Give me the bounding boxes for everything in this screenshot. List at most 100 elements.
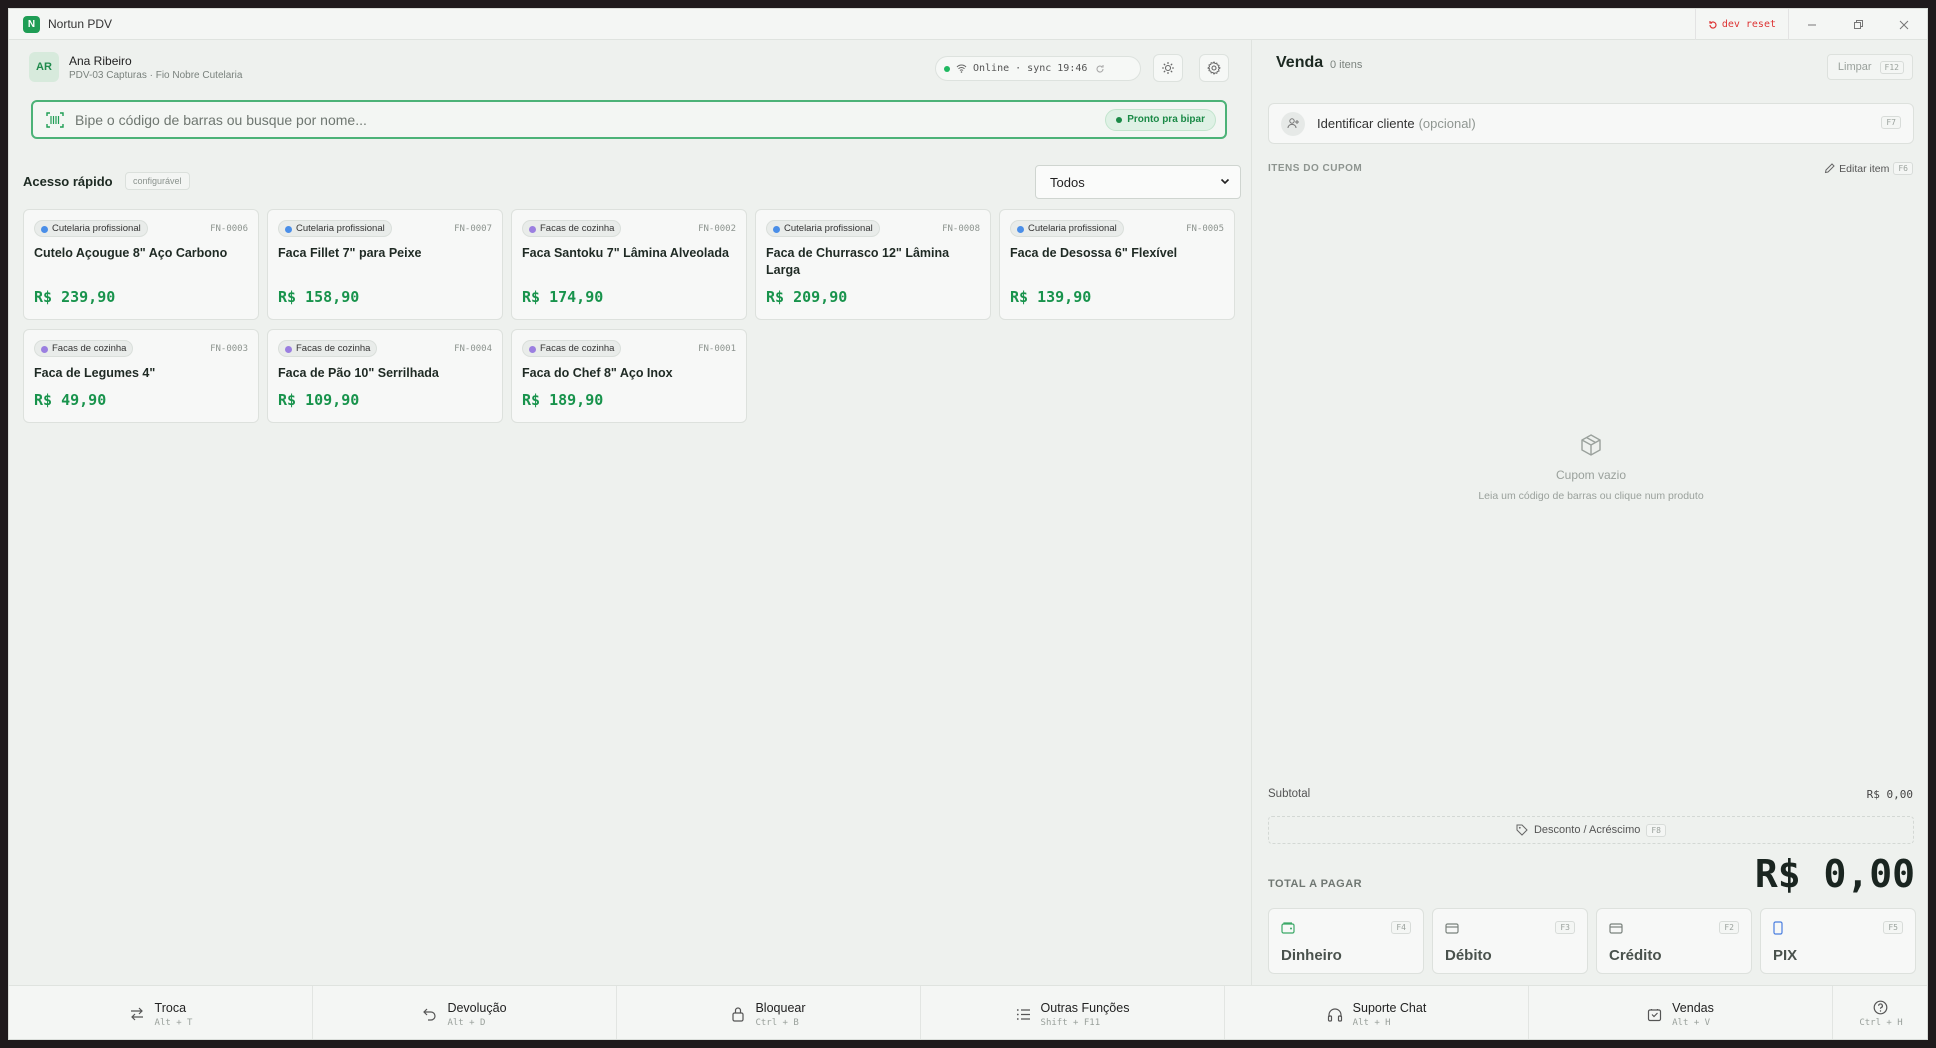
payment-label: Dinheiro bbox=[1281, 947, 1342, 964]
connection-status[interactable]: Online · sync 19:46 bbox=[935, 56, 1141, 81]
refresh-icon bbox=[1096, 64, 1104, 73]
payment-label: PIX bbox=[1773, 947, 1798, 964]
product-card[interactable]: Cutelaria profissional FN-0007 Faca Fillet… bbox=[267, 209, 503, 320]
restore-icon bbox=[1853, 20, 1863, 29]
app-window: N Nortun PDV dev reset AR Ana Ribeiro PD… bbox=[8, 8, 1928, 1040]
product-card[interactable]: Facas de cozinha FN-0003 Faca de Legumes 4… bbox=[23, 329, 259, 423]
status-dot bbox=[944, 65, 950, 72]
category-dot bbox=[529, 226, 536, 233]
bloquear-button[interactable]: Bloquear Ctrl + B bbox=[617, 986, 921, 1039]
category-badge: Cutelaria profissional bbox=[766, 220, 880, 237]
category-badge: Facas de cozinha bbox=[34, 340, 134, 357]
category-dot bbox=[1017, 226, 1024, 233]
category-dot bbox=[529, 346, 536, 353]
settings-button[interactable] bbox=[1199, 54, 1229, 82]
action-shortcut: Ctrl + H bbox=[1859, 1018, 1903, 1028]
sun-icon bbox=[1162, 62, 1174, 74]
category-label: Facas de cozinha bbox=[296, 343, 371, 354]
discount-button[interactable]: Desconto / Acréscimo F8 bbox=[1268, 816, 1914, 844]
payment-shortcut: F3 bbox=[1555, 921, 1575, 934]
total-value: R$ 0,00 bbox=[1754, 852, 1915, 896]
payment-shortcut: F5 bbox=[1883, 921, 1903, 934]
sale-pane: Venda 0 itens Limpar F12 Identificar cli… bbox=[1251, 40, 1927, 985]
product-code: FN-0001 bbox=[698, 344, 736, 354]
category-filter-select[interactable]: Todos bbox=[1035, 165, 1241, 199]
dev-reset-label: dev reset bbox=[1721, 19, 1776, 30]
category-badge: Facas de cozinha bbox=[522, 340, 622, 357]
category-badge: Cutelaria profissional bbox=[278, 220, 392, 237]
product-code: FN-0008 bbox=[942, 224, 980, 234]
clear-sale-button[interactable]: Limpar F12 bbox=[1826, 54, 1913, 80]
product-code: FN-0004 bbox=[454, 344, 492, 354]
category-badge: Facas de cozinha bbox=[278, 340, 378, 357]
category-dot bbox=[285, 346, 292, 353]
subtotal-value: R$ 0,00 bbox=[1866, 788, 1913, 801]
vendas-button[interactable]: Vendas Alt + V bbox=[1529, 986, 1833, 1039]
product-card[interactable]: Cutelaria profissional FN-0006 Cutelo Açou… bbox=[23, 209, 259, 320]
category-dot bbox=[41, 346, 48, 353]
category-label: Cutelaria profissional bbox=[784, 223, 873, 234]
product-price: R$ 109,90 bbox=[278, 391, 360, 409]
product-card[interactable]: Cutelaria profissional FN-0008 Faca de Chu… bbox=[755, 209, 991, 320]
subtotal-label: Subtotal bbox=[1268, 788, 1311, 800]
product-card[interactable]: Facas de cozinha FN-0004 Faca de Pão 10" S… bbox=[267, 329, 503, 423]
category-label: Facas de cozinha bbox=[540, 343, 615, 354]
pencil-icon bbox=[1825, 163, 1835, 174]
payment-dinheiro-button[interactable]: F4 Dinheiro bbox=[1268, 908, 1424, 974]
identify-client-button[interactable]: Identificar cliente (opcional) F7 bbox=[1268, 103, 1914, 144]
category-dot bbox=[285, 226, 292, 233]
product-price: R$ 49,90 bbox=[34, 391, 107, 409]
payment-credito-button[interactable]: F2 Crédito bbox=[1596, 908, 1752, 974]
action-shortcut: Alt + H bbox=[1352, 1017, 1391, 1028]
minimize-button[interactable] bbox=[1789, 9, 1835, 40]
card-icon bbox=[1609, 921, 1623, 939]
product-card[interactable]: Cutelaria profissional FN-0005 Faca de Des… bbox=[999, 209, 1235, 320]
product-price: R$ 139,90 bbox=[1010, 288, 1092, 306]
catalog-pane: AR Ana Ribeiro PDV-03 Capturas · Fio Nob… bbox=[9, 40, 1249, 985]
empty-receipt: Cupom vazio Leia um código de barras ou … bbox=[1252, 433, 1927, 502]
configurable-tag[interactable]: configurável bbox=[125, 172, 190, 190]
payment-label: Débito bbox=[1445, 947, 1492, 964]
sale-item-count: 0 itens bbox=[1330, 59, 1363, 71]
devolucao-button[interactable]: Devolução Alt + D bbox=[313, 986, 617, 1039]
payment-shortcut: F4 bbox=[1391, 921, 1411, 934]
title-bar: N Nortun PDV dev reset bbox=[9, 9, 1927, 40]
category-badge: Cutelaria profissional bbox=[1010, 220, 1124, 237]
maximize-button[interactable] bbox=[1835, 9, 1881, 40]
category-label: Cutelaria profissional bbox=[52, 223, 141, 234]
status-text: Online · sync 19:46 bbox=[973, 63, 1088, 74]
outras-funcoes-button[interactable]: Outras Funções Shift + F11 bbox=[921, 986, 1225, 1039]
category-label: Facas de cozinha bbox=[52, 343, 127, 354]
help-button[interactable]: Ctrl + H bbox=[1833, 986, 1927, 1039]
dev-reset-button[interactable]: dev reset bbox=[1694, 9, 1789, 40]
product-card[interactable]: Facas de cozinha FN-0001 Faca do Chef 8" A… bbox=[511, 329, 747, 423]
gear-icon bbox=[1207, 61, 1221, 75]
user-subtitle: PDV-03 Capturas · Fio Nobre Cutelaria bbox=[69, 69, 243, 81]
payment-debito-button[interactable]: F3 Débito bbox=[1432, 908, 1588, 974]
total-label: TOTAL A PAGAR bbox=[1268, 878, 1363, 890]
product-name: Faca Santoku 7" Lâmina Alveolada bbox=[522, 246, 729, 260]
product-name: Faca do Chef 8" Aço Inox bbox=[522, 366, 673, 380]
troca-button[interactable]: Troca Alt + T bbox=[9, 986, 313, 1039]
quick-access-title: Acesso rápido bbox=[23, 174, 113, 189]
client-label: Identificar cliente bbox=[1317, 116, 1415, 131]
phone-icon bbox=[1773, 921, 1783, 940]
search-input[interactable] bbox=[75, 111, 1106, 128]
product-price: R$ 158,90 bbox=[278, 288, 360, 306]
suporte-chat-button[interactable]: Suporte Chat Alt + H bbox=[1225, 986, 1529, 1039]
barcode-scan-icon bbox=[45, 110, 65, 130]
receipt-items-label: ITENS DO CUPOM bbox=[1268, 163, 1363, 174]
theme-toggle-button[interactable] bbox=[1153, 54, 1183, 82]
product-name: Faca de Churrasco 12" Lâmina Larga bbox=[766, 246, 950, 277]
action-label: Bloquear bbox=[755, 1000, 806, 1015]
edit-item-button[interactable]: Editar item F6 bbox=[1824, 162, 1913, 175]
payment-pix-button[interactable]: F5 PIX bbox=[1760, 908, 1916, 974]
user-name: Ana Ribeiro bbox=[69, 53, 132, 68]
category-dot bbox=[773, 226, 780, 233]
close-button[interactable] bbox=[1881, 9, 1927, 40]
product-card[interactable]: Facas de cozinha FN-0002 Faca Santoku 7" L… bbox=[511, 209, 747, 320]
action-shortcut: Ctrl + B bbox=[755, 1017, 799, 1028]
edit-item-shortcut: F6 bbox=[1893, 162, 1913, 175]
payment-label: Crédito bbox=[1609, 947, 1662, 964]
bottom-action-bar: Troca Alt + T Devolução Alt + D Bloquear Ctrl… bbox=[9, 985, 1927, 1039]
